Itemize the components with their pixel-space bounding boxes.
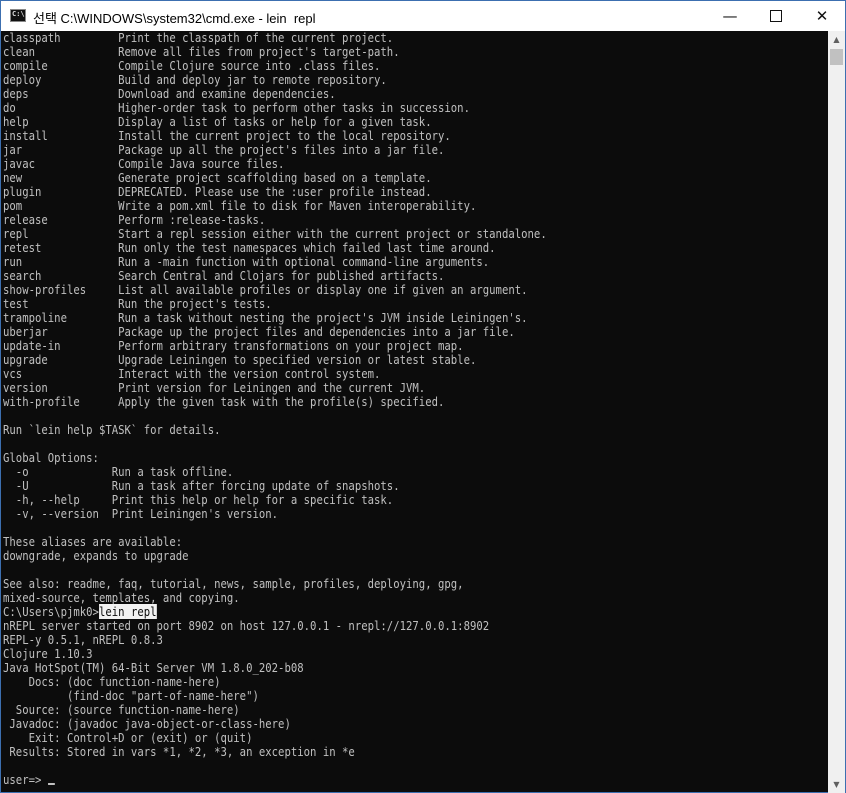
- terminal-line: -h, --help Print this help or help for a…: [3, 492, 394, 507]
- repl-prompt-line[interactable]: user=>: [3, 773, 55, 787]
- maximize-icon: [770, 10, 782, 22]
- terminal-line: with-profile Apply the given task with t…: [3, 394, 445, 409]
- cmd-window: C:\ 선택 C:\WINDOWS\system32\cmd.exe - lei…: [0, 0, 846, 793]
- repl-prompt: user=>: [3, 772, 48, 787]
- minimize-button[interactable]: —: [707, 1, 753, 31]
- terminal-line: new Generate project scaffolding based o…: [3, 170, 432, 185]
- terminal-line: trampoline Run a task without nesting th…: [3, 310, 528, 325]
- terminal-line: -v, --version Print Leiningen's version.: [3, 506, 279, 521]
- cmd-app-icon[interactable]: C:\: [10, 9, 26, 22]
- terminal-line: update-in Perform arbitrary transformati…: [3, 338, 464, 353]
- scroll-up-button[interactable]: ▲: [828, 31, 845, 48]
- terminal-output[interactable]: classpath Print the classpath of the cur…: [2, 31, 828, 793]
- repl-line: Clojure 1.10.3: [3, 646, 93, 661]
- terminal-line: Run `lein help $TASK` for details.: [3, 422, 221, 437]
- terminal-line: -o Run a task offline.: [3, 464, 234, 479]
- terminal-line: install Install the current project to t…: [3, 128, 451, 143]
- terminal-line: See also: readme, faq, tutorial, news, s…: [3, 576, 464, 591]
- shell-prompt: C:\Users\pjmk0>: [3, 604, 99, 619]
- repl-line: Docs: (doc function-name-here): [3, 674, 221, 689]
- terminal-line: run Run a -main function with optional c…: [3, 254, 490, 269]
- repl-line: Java HotSpot(TM) 64-Bit Server VM 1.8.0_…: [3, 660, 304, 675]
- terminal-line: show-profiles List all available profile…: [3, 282, 528, 297]
- terminal-line: pom Write a pom.xml file to disk for Mav…: [3, 198, 477, 213]
- app-icon-label: C:\: [12, 10, 25, 18]
- terminal-line: These aliases are available:: [3, 534, 183, 549]
- terminal-line: classpath Print the classpath of the cur…: [3, 31, 394, 45]
- scroll-up-icon: ▲: [833, 35, 840, 44]
- terminal-line: plugin DEPRECATED. Please use the :user …: [3, 184, 432, 199]
- scrollbar-thumb[interactable]: [830, 49, 843, 65]
- window-title: 선택 C:\WINDOWS\system32\cmd.exe - lein re…: [33, 11, 316, 26]
- terminal-line: upgrade Upgrade Leiningen to specified v…: [3, 352, 477, 367]
- repl-line: (find-doc "part-of-name-here"): [3, 688, 259, 703]
- repl-line: nREPL server started on port 8902 on hos…: [3, 618, 490, 633]
- text-cursor: [47, 783, 55, 785]
- close-button[interactable]: ✕: [799, 1, 845, 31]
- maximize-button[interactable]: [753, 1, 799, 31]
- terminal-line: compile Compile Clojure source into .cla…: [3, 58, 381, 73]
- scroll-down-button[interactable]: ▼: [828, 776, 845, 793]
- vertical-scrollbar[interactable]: ▲ ▼: [828, 31, 845, 793]
- repl-line: Exit: Control+D or (exit) or (quit): [3, 730, 253, 745]
- selected-command[interactable]: lein repl: [98, 604, 157, 619]
- terminal-line: jar Package up all the project's files i…: [3, 142, 445, 157]
- terminal-line: retest Run only the test namespaces whic…: [3, 240, 496, 255]
- repl-line: Javadoc: (javadoc java-object-or-class-h…: [3, 716, 291, 731]
- repl-line: REPL-y 0.5.1, nREPL 0.8.3: [3, 632, 163, 647]
- terminal-line: javac Compile Java source files.: [3, 156, 285, 171]
- repl-line: Results: Stored in vars *1, *2, *3, an e…: [3, 744, 355, 759]
- terminal-line: repl Start a repl session either with th…: [3, 226, 547, 241]
- terminal-line: test Run the project's tests.: [3, 296, 272, 311]
- terminal-line: clean Remove all files from project's ta…: [3, 44, 400, 59]
- title-bar[interactable]: C:\ 선택 C:\WINDOWS\system32\cmd.exe - lei…: [1, 1, 845, 31]
- terminal-line: Global Options:: [3, 450, 99, 465]
- scroll-down-icon: ▼: [833, 780, 840, 789]
- command-line: C:\Users\pjmk0>lein repl: [3, 604, 157, 619]
- terminal-line: -U Run a task after forcing update of sn…: [3, 478, 400, 493]
- terminal-line: search Search Central and Clojars for pu…: [3, 268, 445, 283]
- terminal-line: release Perform :release-tasks.: [3, 212, 266, 227]
- terminal-line: deploy Build and deploy jar to remote re…: [3, 72, 387, 87]
- terminal-line: deps Download and examine dependencies.: [3, 86, 336, 101]
- minimize-icon: —: [722, 7, 738, 25]
- terminal-line: mixed-source, templates, and copying.: [3, 590, 240, 605]
- terminal-line: do Higher-order task to perform other ta…: [3, 100, 470, 115]
- terminal-line: version Print version for Leiningen and …: [3, 380, 426, 395]
- terminal-line: vcs Interact with the version control sy…: [3, 366, 381, 381]
- terminal-line: help Display a list of tasks or help for…: [3, 114, 432, 129]
- terminal-line: uberjar Package up the project files and…: [3, 324, 515, 339]
- repl-line: Source: (source function-name-here): [3, 702, 240, 717]
- terminal-line: downgrade, expands to upgrade: [3, 548, 189, 563]
- close-icon: ✕: [815, 7, 829, 25]
